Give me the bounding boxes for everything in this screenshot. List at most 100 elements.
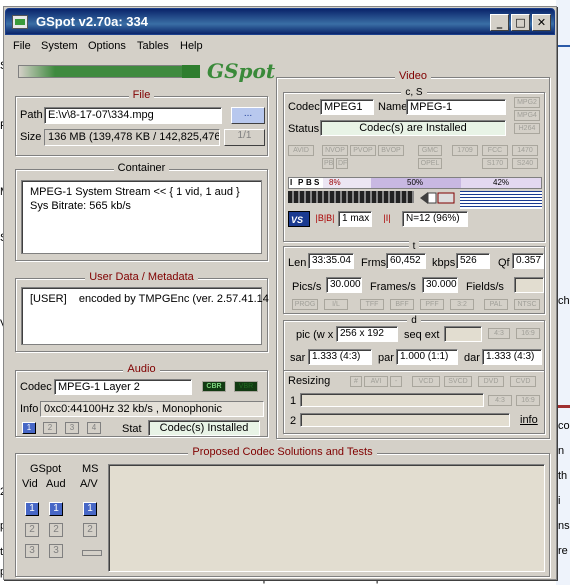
il-tag: I/L — [324, 299, 348, 310]
video-time-subgroup: t Len 33:35.04 Frms 60,452 kbps 526 Qf 0… — [283, 241, 545, 314]
gspot-col-label: GSpot — [30, 463, 62, 475]
pff-tag: PFF — [420, 299, 444, 310]
ii-marker-icon: |I| — [383, 213, 391, 223]
menu-help[interactable]: Help — [180, 40, 203, 52]
cs-title: c, S — [401, 87, 427, 98]
bg-fragment: ns — [558, 520, 570, 532]
minimize-button[interactable]: _ — [490, 14, 509, 31]
pics-label: Pics/s — [292, 281, 322, 293]
frame-type-b: B — [306, 178, 312, 187]
resize-row1-label: 1 — [290, 395, 297, 407]
file-group-title: File — [128, 89, 155, 101]
time-title: t — [408, 241, 420, 252]
seq-ext-label: seq ext — [404, 329, 440, 341]
menu-file[interactable]: File — [13, 40, 31, 52]
frame-type-s: S — [314, 178, 320, 187]
file-group: File Path E:\v\8-17-07\334.mpg ... Size … — [15, 89, 268, 156]
vid-3-button[interactable]: 3 — [25, 544, 39, 558]
nvop-tag: NVOP — [322, 145, 348, 156]
vid-2-button[interactable]: 2 — [25, 523, 39, 537]
aud-2-button[interactable]: 2 — [49, 523, 63, 537]
pvop-tag: PVOP — [350, 145, 376, 156]
audio-stream-1-button[interactable]: 1 — [22, 422, 36, 434]
cbr-indicator: CBR — [202, 381, 226, 392]
gop-lines — [460, 191, 542, 209]
container-group: Container MPEG-1 System Stream << { 1 vi… — [15, 162, 268, 261]
browse-button[interactable]: ... — [231, 107, 265, 124]
sar-field: 1.333 (4:3) — [308, 349, 372, 365]
bff-tag: BFF — [390, 299, 414, 310]
video-name-field: MPEG-1 — [406, 99, 506, 115]
menu-system[interactable]: System — [41, 40, 78, 52]
path-label: Path — [20, 109, 43, 121]
vid-col-label: Vid — [22, 478, 38, 490]
fields-field — [514, 277, 544, 293]
aud-3-button[interactable]: 3 — [49, 544, 63, 558]
gop-arrow-icon — [418, 191, 456, 205]
resize-row1-field — [300, 393, 484, 407]
ratio-4-3-tag: 4:3 — [488, 328, 510, 339]
resize-avi-tag: AVI — [364, 376, 388, 387]
audio-stream-4-button[interactable]: 4 — [87, 422, 101, 434]
bg-fragment: th — [558, 470, 568, 482]
userdata-group: User Data / Metadata [USER] encoded by T… — [15, 271, 269, 352]
frame-type-p: P — [298, 178, 304, 187]
aud-1-button[interactable]: 1 — [49, 502, 63, 516]
audio-info-field: 0xc0:44100Hz 32 kb/s , Monophonic — [40, 401, 264, 417]
maximize-button[interactable]: □ — [511, 14, 530, 31]
audio-stream-3-button[interactable]: 3 — [65, 422, 79, 434]
gop-max-field: 1 max — [338, 211, 372, 227]
resize-4-3-tag: 4:3 — [488, 395, 512, 406]
resize-svcd-tag: SVCD — [444, 376, 472, 387]
title-bar[interactable]: GSpot v2.70a: 334 _ □ ✕ — [5, 8, 555, 35]
container-group-title: Container — [113, 162, 170, 174]
resizing-label: Resizing — [288, 375, 331, 387]
gop-graphic — [288, 191, 414, 203]
av-toggle[interactable] — [82, 550, 102, 556]
audio-info-label: Info — [20, 403, 39, 415]
size-field: 136 MB (139,478 KB / 142,825,476 — [44, 129, 220, 146]
s240-tag: S240 — [512, 158, 538, 169]
svg-text:VS: VS — [291, 215, 303, 225]
1470-tag: 1470 — [512, 145, 538, 156]
menu-tables[interactable]: Tables — [137, 40, 169, 52]
kbps-field: 526 — [456, 253, 490, 269]
gspot-window: GSpot v2.70a: 334 _ □ ✕ File System Opti… — [3, 6, 557, 580]
page-count-button[interactable]: 1/1 — [224, 129, 265, 146]
audio-stat-field: Codec(s) Installed — [148, 420, 260, 436]
fcc-tag: FCC — [482, 145, 508, 156]
pct-i-label: 8% — [329, 178, 341, 187]
sar-label: sar — [290, 352, 306, 364]
gmc-tag: GMC — [418, 145, 442, 156]
gop-n-field: N=12 (96%) — [402, 211, 468, 227]
vbr-indicator: VBR — [234, 381, 258, 392]
audio-stream-2-button[interactable]: 2 — [43, 422, 57, 434]
video-dim-subgroup: d pic (w x 256 x 192 seq ext 4:3 16:9 sa… — [283, 315, 545, 434]
menu-options[interactable]: Options — [88, 40, 126, 52]
resize-cvd-tag: CVD — [510, 376, 536, 387]
resize-row2-field — [300, 413, 510, 427]
len-field: 33:35.04 — [308, 253, 354, 269]
userdata-group-title: User Data / Metadata — [85, 271, 198, 283]
frame-type-i: I — [290, 178, 294, 187]
par-label: par — [378, 352, 394, 364]
video-group-title: Video — [395, 70, 431, 82]
pb-tag: PB — [322, 158, 334, 169]
info-link[interactable]: info — [520, 414, 538, 426]
vid-1-button[interactable]: 1 — [25, 502, 39, 516]
bg-fragment: co — [558, 420, 570, 432]
bb-marker-icon: |B|B| — [315, 213, 335, 223]
path-field[interactable]: E:\v\8-17-07\334.mpg — [44, 107, 222, 124]
video-codec-subgroup: c, S Codec MPEG1 Name MPEG-1 MPG2 MPG4 H… — [283, 87, 545, 242]
close-button[interactable]: ✕ — [532, 14, 551, 31]
resize-row2-label: 2 — [290, 415, 297, 427]
progress-bar — [18, 65, 200, 78]
dar-field: 1.333 (4:3) — [482, 349, 542, 365]
av-col-label: A/V — [80, 478, 98, 490]
video-codec-field: MPEG1 — [320, 99, 374, 115]
video-status-label: Status — [288, 123, 320, 135]
qf-label: Qf — [498, 257, 510, 269]
av-1-button[interactable]: 1 — [83, 502, 97, 516]
qf-field: 0.357 — [512, 253, 544, 269]
av-2-button[interactable]: 2 — [83, 523, 97, 537]
